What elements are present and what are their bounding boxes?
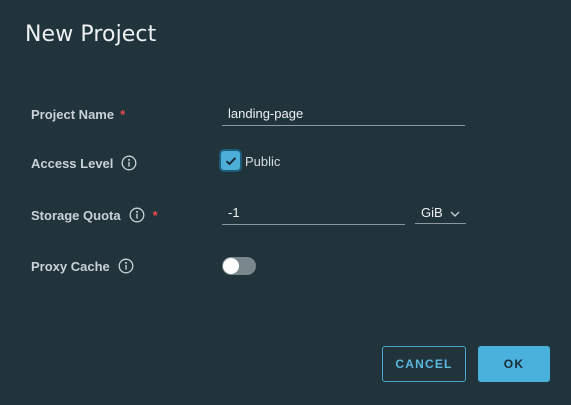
proxy-cache-label: Proxy Cache xyxy=(31,258,110,274)
dialog-title: New Project xyxy=(25,22,157,47)
toggle-knob xyxy=(223,258,239,274)
required-mark: * xyxy=(152,207,158,223)
required-mark: * xyxy=(120,107,126,122)
proxy-cache-label-row: Proxy Cache xyxy=(31,258,134,274)
project-name-label: Project Name xyxy=(31,107,115,122)
storage-unit-select[interactable]: GiB xyxy=(415,203,466,224)
cancel-button[interactable]: CANCEL xyxy=(382,346,466,382)
info-icon[interactable] xyxy=(121,155,137,171)
storage-quota-label-row: Storage Quota * xyxy=(31,207,158,223)
info-icon[interactable] xyxy=(129,207,145,223)
ok-button[interactable]: OK xyxy=(478,346,550,382)
public-checkbox-label[interactable]: Public xyxy=(245,154,280,169)
new-project-dialog: New Project Project Name * Access Level … xyxy=(0,0,571,405)
checkmark-icon xyxy=(225,156,236,165)
project-name-label-row: Project Name * xyxy=(31,107,125,122)
project-name-input[interactable] xyxy=(222,105,465,126)
chevron-down-icon xyxy=(450,206,460,221)
info-icon[interactable] xyxy=(118,258,134,274)
public-checkbox[interactable] xyxy=(221,151,240,170)
storage-unit-value: GiB xyxy=(421,205,443,220)
storage-quota-input[interactable] xyxy=(222,204,405,225)
proxy-cache-toggle[interactable] xyxy=(222,257,256,275)
storage-quota-label: Storage Quota xyxy=(31,207,121,223)
access-level-label: Access Level xyxy=(31,155,114,171)
access-level-label-row: Access Level xyxy=(31,155,137,171)
